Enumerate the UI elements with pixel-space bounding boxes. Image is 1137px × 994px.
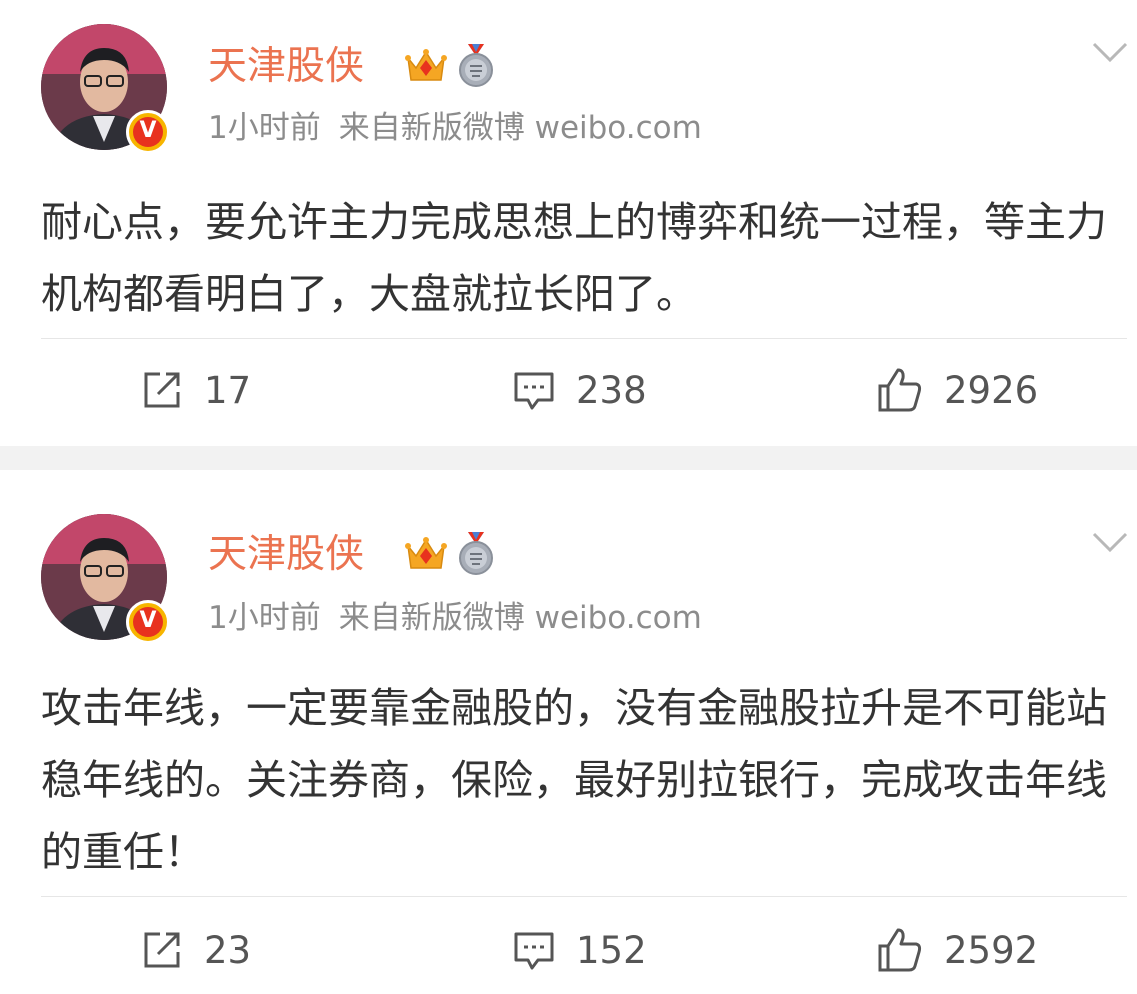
like-icon bbox=[878, 928, 922, 972]
weibo-post: V 天津股侠 1小时前 来自新版微博 weibo.com 攻击年线，一定要靠金融股… bbox=[0, 470, 1137, 994]
like-button[interactable]: 2926 bbox=[876, 360, 1038, 420]
comment-icon bbox=[514, 372, 554, 410]
chevron-down-icon[interactable] bbox=[1090, 38, 1130, 66]
like-button[interactable]: 2592 bbox=[876, 920, 1038, 980]
post-time: 1小时前 bbox=[208, 110, 321, 146]
post-time: 1小时前 bbox=[208, 600, 321, 636]
like-count: 2926 bbox=[944, 368, 1039, 412]
chevron-down-icon[interactable] bbox=[1090, 528, 1130, 556]
post-source[interactable]: 来自新版微博 weibo.com bbox=[339, 110, 702, 146]
verified-badge-label: V bbox=[133, 117, 163, 147]
medal-icon[interactable] bbox=[456, 530, 496, 576]
repost-count: 23 bbox=[204, 928, 252, 972]
username[interactable]: 天津股侠 bbox=[208, 528, 364, 582]
post-meta: 1小时前 来自新版微博 weibo.com bbox=[208, 596, 720, 640]
post-meta: 1小时前 来自新版微博 weibo.com bbox=[208, 106, 720, 150]
repost-button[interactable]: 17 bbox=[140, 360, 251, 420]
comment-icon bbox=[514, 932, 554, 970]
repost-count: 17 bbox=[204, 368, 252, 412]
verified-badge: V bbox=[126, 110, 170, 154]
crown-icon[interactable] bbox=[404, 532, 448, 576]
comment-button[interactable]: 238 bbox=[512, 360, 647, 420]
comment-count: 238 bbox=[576, 368, 647, 412]
medal-icon[interactable] bbox=[456, 42, 496, 88]
verified-badge: V bbox=[126, 600, 170, 644]
username[interactable]: 天津股侠 bbox=[208, 40, 364, 94]
crown-icon[interactable] bbox=[404, 44, 448, 88]
repost-icon bbox=[144, 932, 180, 968]
like-icon bbox=[878, 368, 922, 412]
divider bbox=[41, 338, 1127, 339]
verified-badge-label: V bbox=[133, 607, 163, 637]
repost-button[interactable]: 23 bbox=[140, 920, 251, 980]
post-separator bbox=[0, 446, 1137, 470]
post-source[interactable]: 来自新版微博 weibo.com bbox=[339, 600, 702, 636]
divider bbox=[41, 896, 1127, 897]
post-content: 攻击年线，一定要靠金融股的，没有金融股拉升是不可能站稳年线的。关注券商，保险，最… bbox=[41, 684, 1107, 876]
post-content: 耐心点，要允许主力完成思想上的博弈和统一过程，等主力机构都看明白了，大盘就拉长阳… bbox=[41, 198, 1107, 318]
repost-icon bbox=[144, 372, 180, 408]
like-count: 2592 bbox=[944, 928, 1039, 972]
comment-button[interactable]: 152 bbox=[512, 920, 647, 980]
comment-count: 152 bbox=[576, 928, 647, 972]
weibo-post: V 天津股侠 1小时前 来自新版微博 weibo.com 耐心点，要允许主力完成思… bbox=[0, 0, 1137, 446]
